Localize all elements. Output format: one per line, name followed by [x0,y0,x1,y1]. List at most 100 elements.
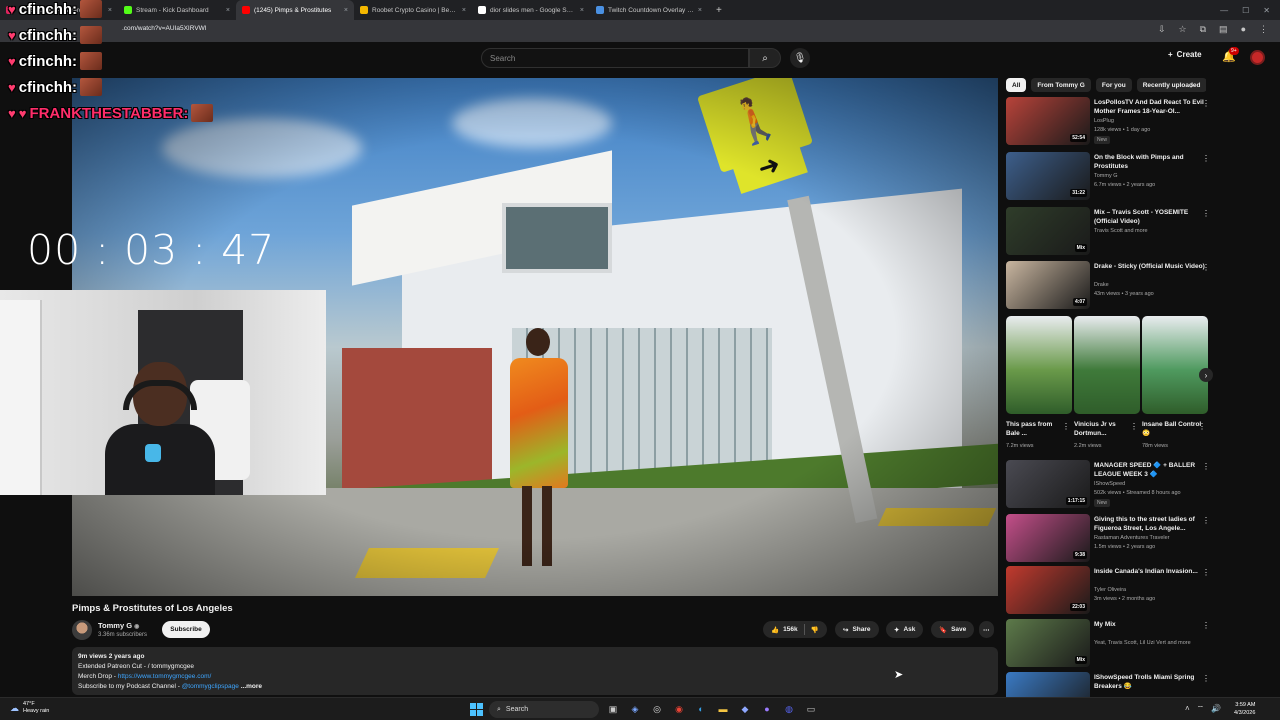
discord-icon[interactable]: ◍ [782,702,796,716]
more-vert-icon[interactable]: ⋮ [1202,462,1210,471]
recommendation-channel[interactable]: Rastaman Adventures Traveler [1094,535,1170,541]
recommendation-channel[interactable]: Drake [1094,282,1109,288]
taskbar-search[interactable]: ⌕ Search [489,701,599,718]
short-title[interactable]: This pass from Bale ... [1006,420,1066,438]
show-more-link[interactable]: ...more [241,683,262,690]
more-vert-icon[interactable]: ⋮ [1202,568,1210,577]
maximize-icon[interactable]: ☐ [1242,6,1249,15]
more-vert-icon[interactable]: ⋮ [1202,674,1210,683]
account-avatar[interactable] [1250,50,1265,65]
recommendation-channel[interactable]: Travis Scott and more [1094,228,1148,234]
filter-chip[interactable]: From Tommy G [1031,78,1091,92]
browser-tab[interactable]: Twitch Countdown Overlay Co... × [590,0,708,20]
app-icon[interactable]: ● [760,702,774,716]
sidepanel-icon[interactable]: ▤ [1219,24,1228,35]
system-clock[interactable]: 3:59 AM 4/3/2026 [1234,701,1255,717]
patreon-link[interactable]: / tommygmcgee [148,663,194,670]
more-vert-icon[interactable]: ⋮ [1062,422,1070,431]
more-vert-icon[interactable]: ⋮ [1130,422,1138,431]
tab-close-icon[interactable]: × [698,7,702,14]
start-button-icon[interactable] [470,703,483,716]
like-button[interactable]: 👍 156k 👎 [763,621,827,638]
tab-close-icon[interactable]: × [108,7,112,14]
share-button[interactable]: ↪ Share [835,621,879,638]
filter-chip[interactable]: For you [1095,78,1132,92]
channel-name[interactable]: Tommy G ◉ [98,621,139,630]
video-thumbnail[interactable]: 4:07 [1006,261,1090,309]
recommendation-item[interactable]: 9:38 Giving this to the street ladies of … [1006,514,1216,564]
more-vert-icon[interactable]: ⋮ [1198,422,1206,431]
video-thumbnail[interactable]: Mix [1006,619,1090,667]
terminal-icon[interactable]: ▭ [804,702,818,716]
save-button[interactable]: 🔖 Save [931,621,975,638]
recommendation-item[interactable]: 1:17:15 MANAGER SPEED 🔷 + BALLER LEAGUE W… [1006,460,1216,510]
recommendation-title[interactable]: Drake - Sticky (Official Music Video) [1094,262,1206,271]
recommendation-item[interactable]: 31:22 On the Block with Pimps and Prostit… [1006,152,1216,202]
app-icon[interactable]: ◆ [738,702,752,716]
filter-chip[interactable]: Recently uploaded [1136,78,1206,92]
more-vert-icon[interactable]: ⋮ [1202,516,1210,525]
ask-button[interactable]: ✦ Ask [886,621,924,638]
copilot-icon[interactable]: ◈ [628,702,642,716]
short-thumbnail[interactable] [1142,316,1208,414]
recommendation-title[interactable]: LosPollosTV And Dad React To Evil Mother… [1094,98,1206,116]
tab-close-icon[interactable]: × [580,7,584,14]
profile-icon[interactable]: ● [1241,24,1246,35]
search-input[interactable]: Search [481,48,749,68]
video-thumbnail[interactable]: 31:22 [1006,152,1090,200]
subscribe-button[interactable]: Subscribe [162,621,210,638]
browser-tab[interactable]: Roobet Crypto Casino | Best Bit... × [354,0,472,20]
more-actions-button[interactable]: ⋯ [979,621,994,638]
recommendation-channel[interactable]: IShowSpeed [1094,481,1125,487]
recommendation-channel[interactable]: LosPlug [1094,118,1114,124]
close-window-icon[interactable]: ✕ [1263,6,1270,15]
create-button[interactable]: + Create [1168,50,1202,59]
merch-link[interactable]: https://www.tommygmcgee.com/ [118,673,212,680]
tab-close-icon[interactable]: × [344,7,348,14]
video-thumbnail[interactable]: 1:17:15 [1006,460,1090,508]
task-view-icon[interactable]: ▣ [606,702,620,716]
video-thumbnail[interactable]: 52:54 [1006,97,1090,145]
channel-avatar[interactable] [72,620,92,640]
obs-icon[interactable]: ◎ [650,702,664,716]
install-icon[interactable]: ⇩ [1158,24,1166,35]
short-title[interactable]: Vinicius Jr vs Dortmun... [1074,420,1134,438]
tab-close-icon[interactable]: × [462,7,466,14]
chevron-right-icon[interactable]: › [1190,80,1193,91]
recommendation-title[interactable]: MANAGER SPEED 🔷 + BALLER LEAGUE WEEK 3 🔷 [1094,461,1206,479]
shorts-next-button[interactable]: › [1199,368,1213,382]
more-vert-icon[interactable]: ⋮ [1202,209,1210,218]
video-description[interactable]: 9m views 2 years ago Extended Patreon Cu… [72,647,998,695]
recommendation-channel[interactable]: Yeat, Travis Scott, Lil Uzi Vert and mor… [1094,640,1191,646]
chevron-up-icon[interactable]: ˄ [1185,704,1190,714]
video-thumbnail[interactable]: 9:38 [1006,514,1090,562]
recommendation-title[interactable]: Mix – Travis Scott - YOSEMITE (Official … [1094,208,1206,226]
browser-tab[interactable]: Stream - Kick Dashboard × [118,0,236,20]
browser-tab[interactable]: (1245) Pimps & Prostitutes × [236,0,354,20]
recommendation-item[interactable]: 22:03 Inside Canada's Indian Invasion... T… [1006,566,1216,616]
recommendation-title[interactable]: IShowSpeed Trolls Miami Spring Breakers … [1094,673,1206,691]
voice-search-button[interactable]: 🎙 [790,48,810,68]
tab-close-icon[interactable]: × [226,7,230,14]
recommendation-title[interactable]: My Mix [1094,620,1206,629]
short-thumbnail[interactable] [1074,316,1140,414]
video-thumbnail[interactable]: 22:03 [1006,566,1090,614]
new-tab-button[interactable]: + [708,5,730,16]
url-field[interactable]: .com/watch?v=AUIa5XIRVWI [122,25,207,32]
recommendation-title[interactable]: On the Block with Pimps and Prostitutes [1094,153,1206,171]
bookmark-star-icon[interactable]: ☆ [1179,24,1187,35]
wifi-icon[interactable]: ⌔ [1197,704,1205,714]
recommendation-item[interactable]: 4:07 Drake - Sticky (Official Music Video… [1006,261,1216,311]
edge-icon[interactable]: ◐ [694,702,708,716]
weather-widget[interactable]: ☁ 47°F Heavy rain [10,701,49,715]
recommendation-item[interactable]: 52:54 LosPollosTV And Dad React To Evil M… [1006,97,1216,147]
short-thumbnail[interactable] [1006,316,1072,414]
more-vert-icon[interactable]: ⋮ [1202,621,1210,630]
short-title[interactable]: Insane Ball Control 😳 [1142,420,1202,438]
file-explorer-icon[interactable]: ▬ [716,702,730,716]
recommendation-channel[interactable]: Tommy G [1094,173,1118,179]
browser-tab[interactable]: dior slides men - Google Search × [472,0,590,20]
video-thumbnail[interactable]: Mix [1006,207,1090,255]
thumbs-down-icon[interactable]: 👎 [811,626,819,634]
menu-kebab-icon[interactable]: ⋮ [1259,24,1268,35]
